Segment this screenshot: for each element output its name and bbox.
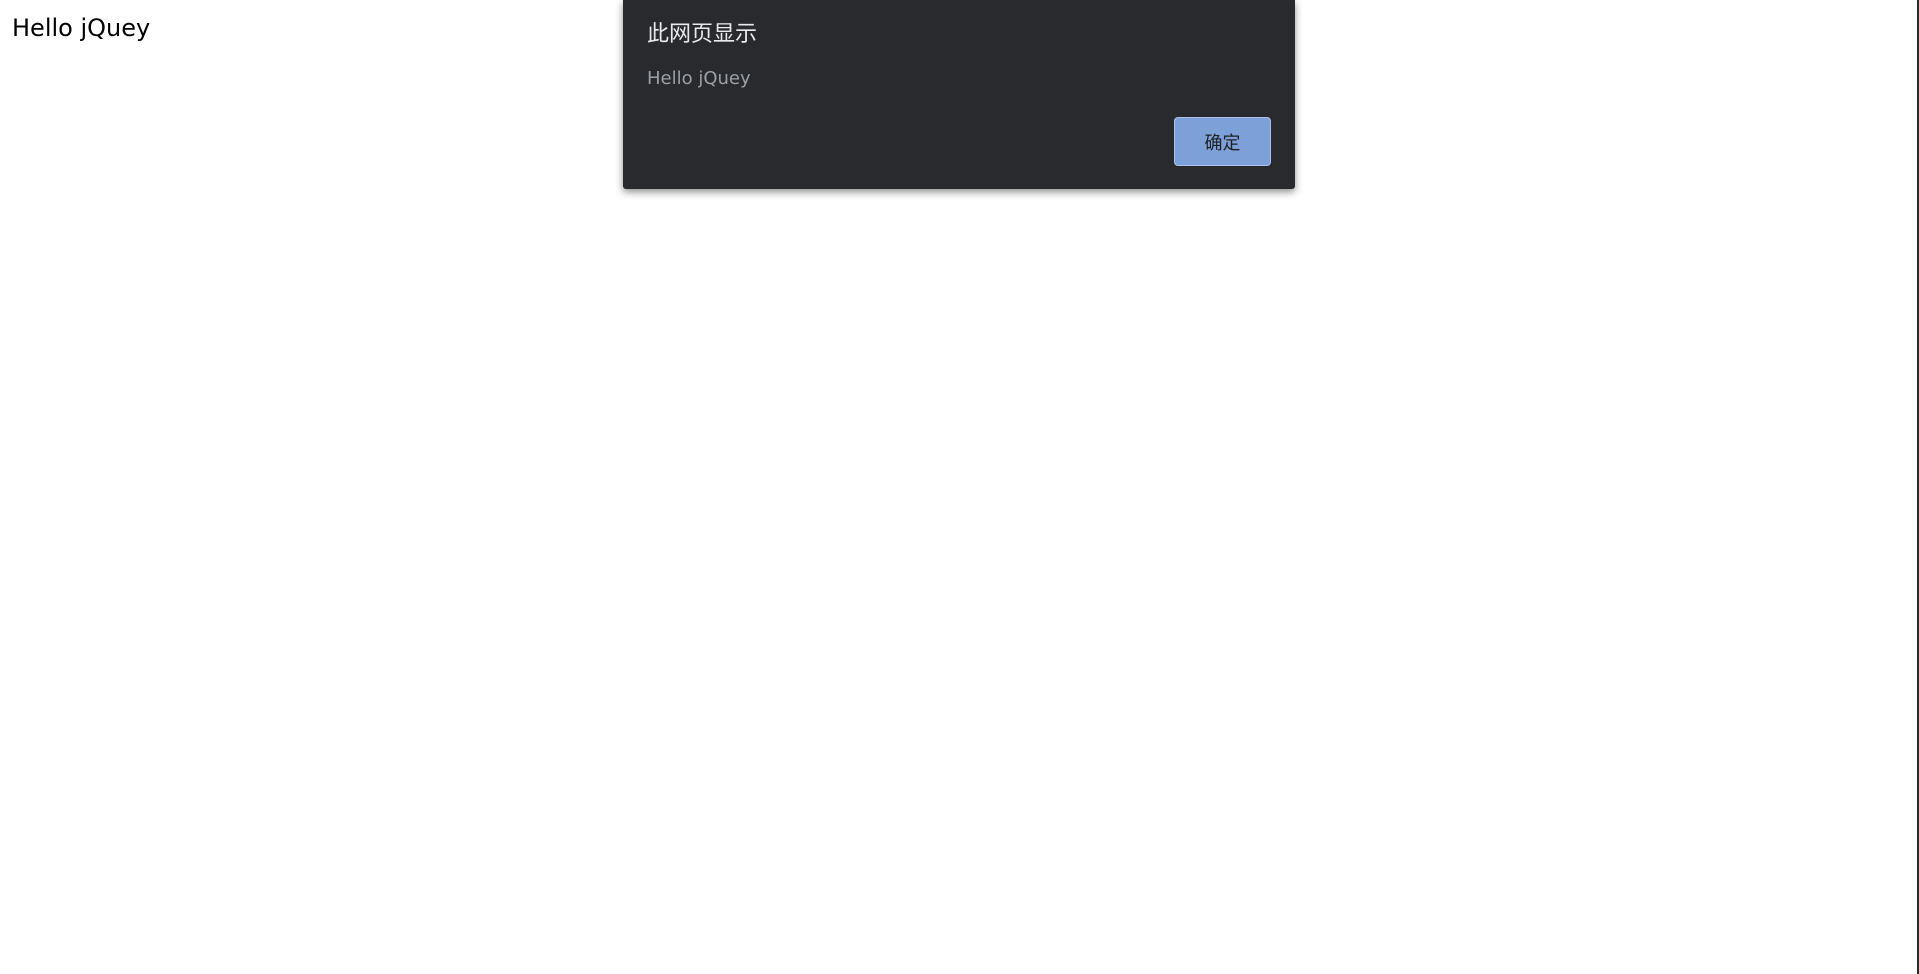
web-page: Hello jQuey 此网页显示 Hello jQuey 确定 — [0, 0, 1919, 974]
page-body-text: Hello jQuey — [12, 14, 151, 42]
ok-button[interactable]: 确定 — [1174, 117, 1271, 166]
alert-title: 此网页显示 — [647, 22, 758, 47]
alert-message: Hello jQuey — [647, 68, 751, 89]
alert-dialog: 此网页显示 Hello jQuey 确定 — [623, 0, 1295, 189]
